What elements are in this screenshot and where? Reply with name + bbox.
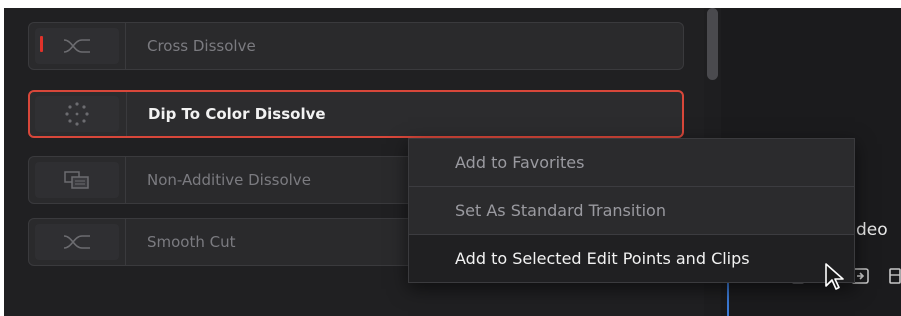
favorite-marker xyxy=(40,36,43,52)
transition-label: Non-Additive Dissolve xyxy=(147,171,311,189)
row-divider xyxy=(125,23,126,69)
smooth-cut-icon xyxy=(35,224,119,260)
transition-label: Smooth Cut xyxy=(147,233,236,251)
menu-item-set-as-standard-transition[interactable]: Set As Standard Transition xyxy=(409,187,854,234)
menu-item-label: Set As Standard Transition xyxy=(455,201,666,220)
context-menu: Add to Favorites Set As Standard Transit… xyxy=(408,138,855,283)
mouse-pointer-icon xyxy=(824,262,846,296)
row-divider xyxy=(126,92,127,136)
cross-dissolve-icon xyxy=(35,28,119,64)
scrollbar-thumb[interactable] xyxy=(707,8,718,80)
row-divider xyxy=(125,157,126,203)
transition-label: Cross Dissolve xyxy=(147,37,256,55)
row-divider xyxy=(125,219,126,265)
effects-library-window: Cross Dissolve Dip To Color Dissolve Non… xyxy=(4,8,901,316)
dip-to-color-icon xyxy=(35,96,119,132)
lock-track-icon[interactable] xyxy=(888,266,901,290)
transition-item-cross-dissolve[interactable]: Cross Dissolve xyxy=(28,22,684,70)
menu-item-label: Add to Favorites xyxy=(455,153,585,172)
transition-label: Dip To Color Dissolve xyxy=(148,105,326,123)
menu-item-label: Add to Selected Edit Points and Clips xyxy=(455,249,750,268)
transition-item-dip-to-color-dissolve[interactable]: Dip To Color Dissolve xyxy=(28,90,684,138)
non-additive-dissolve-icon xyxy=(35,162,119,198)
menu-item-add-to-favorites[interactable]: Add to Favorites xyxy=(409,139,854,186)
menu-item-add-to-selected-edit-points[interactable]: Add to Selected Edit Points and Clips xyxy=(409,235,854,282)
